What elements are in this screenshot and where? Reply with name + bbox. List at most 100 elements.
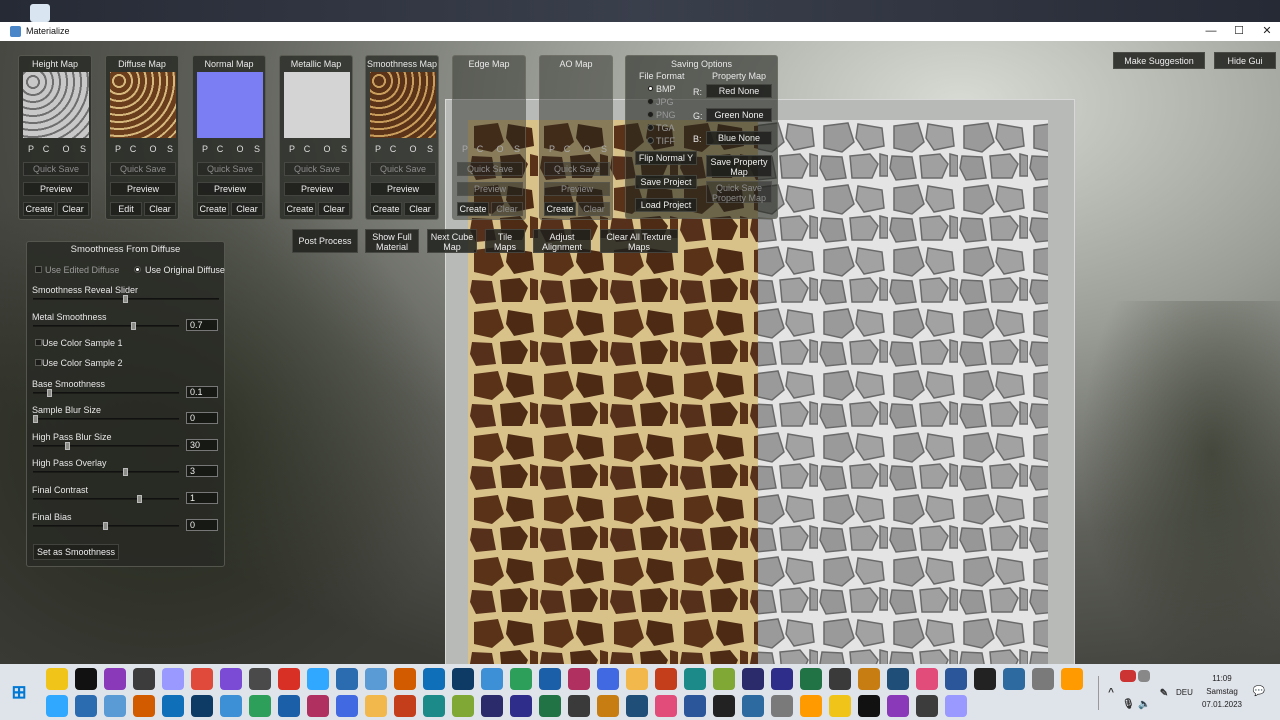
quick-save-button[interactable]: Quick Save [457, 162, 523, 176]
edit-button[interactable]: Edit [110, 202, 142, 216]
app-p-icon[interactable] [916, 668, 938, 690]
audition-icon[interactable] [1061, 668, 1083, 690]
quick-save-button[interactable]: Quick Save [284, 162, 350, 176]
create-button[interactable]: Create [457, 202, 489, 216]
fresco-icon[interactable] [104, 695, 126, 717]
app-o-icon[interactable] [887, 668, 909, 690]
hide-gui-button[interactable]: Hide Gui [1214, 52, 1276, 69]
sample-blur-size-slider[interactable] [33, 415, 179, 423]
premiere-icon[interactable] [974, 668, 996, 690]
pcos-s[interactable]: S [511, 144, 523, 154]
inkscape-icon[interactable] [365, 668, 387, 690]
acrobat-icon[interactable] [713, 695, 735, 717]
metallic-map-thumbnail[interactable] [284, 72, 350, 138]
calculator-icon[interactable] [104, 668, 126, 690]
base-smoothness-slider[interactable] [33, 389, 179, 397]
app-m-icon[interactable] [800, 668, 822, 690]
app-bb-icon[interactable] [539, 695, 561, 717]
high-pass-overlay-slider[interactable] [33, 468, 179, 476]
clear-all-texture-maps-button[interactable]: Clear All Texture Maps [600, 229, 678, 253]
winrar-icon[interactable] [916, 695, 938, 717]
blue-channel-button[interactable]: Blue None [706, 131, 772, 145]
pcos-p[interactable]: P [25, 144, 37, 154]
app-kk-icon[interactable] [887, 695, 909, 717]
pcos-s[interactable]: S [338, 144, 350, 154]
slider-value[interactable]: 1 [186, 492, 218, 504]
quick-save-button[interactable]: Quick Save [23, 162, 89, 176]
pen-icon[interactable]: ✎ [1158, 688, 1170, 700]
slider-knob[interactable] [137, 495, 142, 503]
materialize-icon[interactable] [742, 668, 764, 690]
pcos-p[interactable]: P [286, 144, 298, 154]
preview-button[interactable]: Preview [197, 182, 263, 196]
tray-expand-icon[interactable]: ^ [1106, 688, 1116, 698]
tile-maps-button[interactable]: Tile Maps [485, 229, 525, 253]
app-d-icon[interactable] [510, 668, 532, 690]
diffuse-map-thumbnail[interactable] [110, 72, 176, 138]
clear-button[interactable]: Clear [144, 202, 176, 216]
steam-icon[interactable] [365, 695, 387, 717]
green-channel-button[interactable]: Green None [706, 108, 772, 122]
format-tiff[interactable]: TIFF [656, 136, 675, 146]
clear-button[interactable]: Clear [491, 202, 523, 216]
app-f-icon[interactable] [568, 668, 590, 690]
app-y-icon[interactable] [423, 695, 445, 717]
pcos-c[interactable]: C [561, 144, 573, 154]
make-suggestion-button[interactable]: Make Suggestion [1113, 52, 1205, 69]
app-cc-icon[interactable] [597, 695, 619, 717]
excel-icon[interactable] [220, 668, 242, 690]
desktop-recycle-bin-icon[interactable] [30, 4, 50, 22]
pse-icon[interactable] [858, 668, 880, 690]
clear-button[interactable]: Clear [578, 202, 610, 216]
preview-button[interactable]: Preview [370, 182, 436, 196]
slider-knob[interactable] [103, 522, 108, 530]
pcos-p[interactable]: P [372, 144, 384, 154]
app-e-icon[interactable] [539, 668, 561, 690]
pcos-o[interactable]: O [147, 144, 159, 154]
next-cube-map-button[interactable]: Next Cube Map [427, 229, 477, 253]
app-u-icon[interactable] [249, 695, 271, 717]
app-jj-icon[interactable] [858, 695, 880, 717]
app-n-icon[interactable] [829, 668, 851, 690]
app-dd-icon[interactable] [626, 695, 648, 717]
pcos-p[interactable]: P [112, 144, 124, 154]
app-g-icon[interactable] [597, 668, 619, 690]
viewport-scene[interactable]: Height Map P C O S Quick Save Preview Cr… [0, 41, 1280, 664]
show-full-material-button[interactable]: Show Full Material [365, 229, 419, 253]
quick-save-button[interactable]: Quick Save [197, 162, 263, 176]
nzxt-icon[interactable] [510, 695, 532, 717]
quick-save-button[interactable]: Quick Save [110, 162, 176, 176]
app-c-icon[interactable] [481, 668, 503, 690]
clear-button[interactable]: Clear [57, 202, 89, 216]
preview-button[interactable]: Preview [23, 182, 89, 196]
unity-icon[interactable] [394, 668, 416, 690]
format-png[interactable]: PNG [656, 110, 676, 120]
clock[interactable]: 11:09 Samstag 07.01.2023 [1200, 672, 1244, 711]
slider-value[interactable]: 3 [186, 465, 218, 477]
pcos-o[interactable]: O [60, 144, 72, 154]
format-radio-tiff[interactable] [647, 137, 654, 144]
format-bmp[interactable]: BMP [656, 84, 676, 94]
pcos-c[interactable]: C [474, 144, 486, 154]
create-button[interactable]: Create [544, 202, 576, 216]
pcos-s[interactable]: S [598, 144, 610, 154]
pcos-p[interactable]: P [459, 144, 471, 154]
app-j-icon[interactable] [684, 668, 706, 690]
create-button[interactable]: Create [370, 202, 402, 216]
slider-knob[interactable] [123, 468, 128, 476]
pcos-s[interactable]: S [77, 144, 89, 154]
unreal-icon[interactable] [568, 695, 590, 717]
file-explorer-icon[interactable] [46, 668, 68, 690]
app-t-icon[interactable] [220, 695, 242, 717]
save-property-map-button[interactable]: Save Property Map [706, 155, 772, 177]
app-l-icon[interactable] [771, 668, 793, 690]
speaker-icon[interactable]: 🔈 [1138, 698, 1150, 712]
use-original-diffuse-radio[interactable] [134, 266, 141, 273]
slider-knob[interactable] [33, 415, 38, 423]
smoothness-map-thumbnail[interactable] [370, 72, 436, 138]
pcos-o[interactable]: O [234, 144, 246, 154]
slider-knob[interactable] [123, 295, 128, 303]
greenshot-icon[interactable] [278, 668, 300, 690]
clear-button[interactable]: Clear [404, 202, 436, 216]
high-pass-blur-size-slider[interactable] [33, 442, 179, 450]
